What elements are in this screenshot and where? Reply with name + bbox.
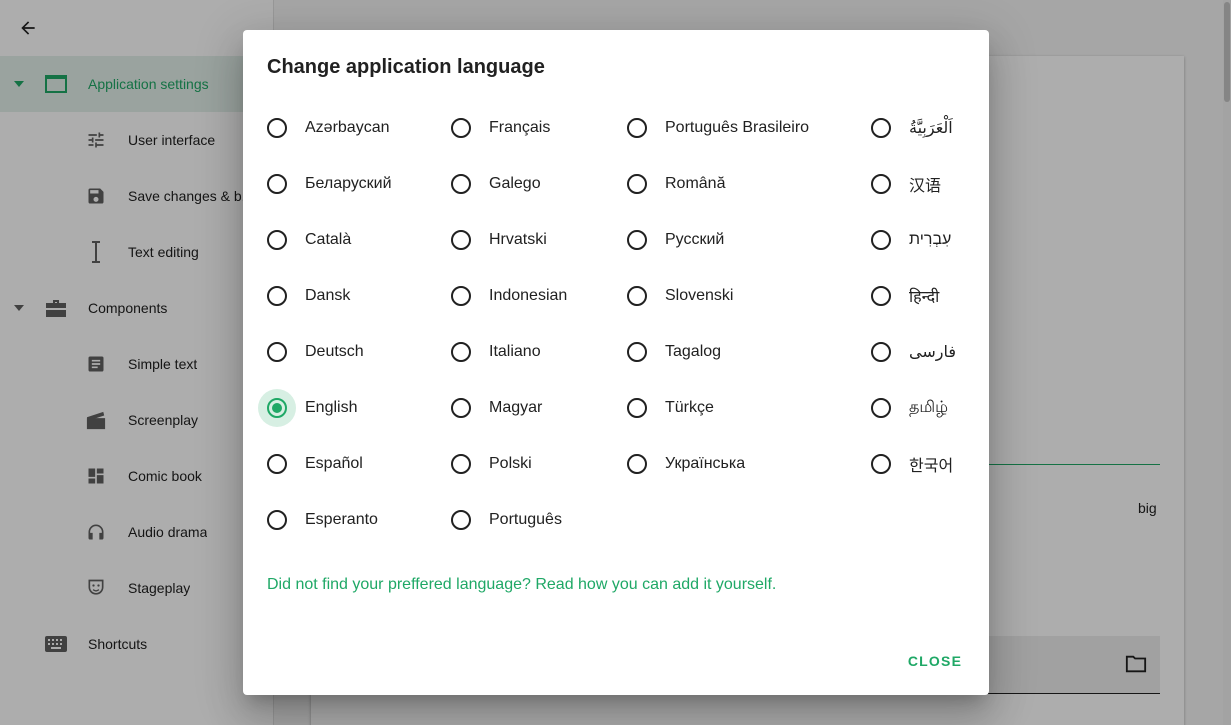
language-label: Русский: [665, 231, 725, 248]
language-option[interactable]: Deutsch: [267, 332, 364, 372]
language-option[interactable]: فارسی: [871, 332, 956, 372]
language-option[interactable]: Español: [267, 444, 363, 484]
language-label: Português Brasileiro: [665, 119, 810, 136]
language-option[interactable]: Esperanto: [267, 500, 378, 540]
language-option[interactable]: Português: [451, 500, 562, 540]
language-label: Română: [665, 175, 726, 192]
language-option[interactable]: Русский: [627, 220, 724, 260]
radio-button[interactable]: [627, 118, 647, 138]
dialog-title: Change application language: [267, 56, 545, 78]
language-option[interactable]: தமிழ்: [871, 388, 948, 428]
radio-button[interactable]: [451, 342, 471, 362]
language-option[interactable]: Português Brasileiro: [627, 108, 809, 148]
language-label: Português: [489, 511, 562, 528]
radio-button[interactable]: [871, 118, 891, 138]
language-option[interactable]: Polski: [451, 444, 532, 484]
language-label: English: [305, 399, 358, 416]
language-label: 한국어: [909, 458, 954, 475]
radio-button[interactable]: [627, 286, 647, 306]
language-label: 汉语: [909, 178, 942, 195]
radio-button[interactable]: [267, 230, 287, 250]
language-option[interactable]: Беларуский: [267, 164, 392, 204]
language-label: Deutsch: [305, 343, 364, 360]
language-option[interactable]: 汉语: [871, 164, 941, 204]
radio-button[interactable]: [267, 510, 287, 530]
language-label: Hrvatski: [489, 231, 547, 248]
language-option[interactable]: 한국어: [871, 444, 953, 484]
language-label: Slovenski: [665, 287, 734, 304]
radio-button[interactable]: [267, 342, 287, 362]
radio-button[interactable]: [627, 398, 647, 418]
radio-button[interactable]: [451, 510, 471, 530]
language-option[interactable]: Azərbaycan: [267, 108, 390, 148]
radio-button[interactable]: [627, 230, 647, 250]
language-option[interactable]: हिन्दी: [871, 276, 939, 316]
radio-button[interactable]: [451, 398, 471, 418]
language-label: Italiano: [489, 343, 541, 360]
language-label: Polski: [489, 455, 532, 472]
radio-button[interactable]: [871, 174, 891, 194]
language-label: Català: [305, 231, 352, 248]
language-label: Беларуский: [305, 175, 392, 192]
language-label: हिन्दी: [909, 289, 940, 306]
language-label: Français: [489, 119, 551, 136]
language-label: עִבְרִית: [909, 231, 952, 248]
language-label: Azərbaycan: [305, 119, 390, 136]
language-option[interactable]: اَلْعَرَبِيَّةُ: [871, 108, 953, 148]
radio-button[interactable]: [871, 454, 891, 474]
language-label: Українська: [665, 455, 746, 472]
radio-button[interactable]: [451, 454, 471, 474]
language-option[interactable]: Català: [267, 220, 351, 260]
close-button[interactable]: CLOSE: [897, 648, 973, 674]
radio-button-checked[interactable]: [267, 398, 287, 418]
language-label: اَلْعَرَبِيَّةُ: [909, 120, 953, 137]
radio-button[interactable]: [267, 454, 287, 474]
language-option[interactable]: עִבְרִית: [871, 220, 951, 260]
language-label: தமிழ்: [909, 399, 949, 416]
language-option[interactable]: Dansk: [267, 276, 350, 316]
language-dialog: Change application language Azərbaycan Б…: [243, 30, 989, 695]
language-label: Dansk: [305, 287, 351, 304]
language-option[interactable]: Magyar: [451, 388, 542, 428]
radio-button[interactable]: [627, 454, 647, 474]
add-language-link[interactable]: Did not find your preffered language? Re…: [267, 576, 776, 594]
radio-button[interactable]: [451, 286, 471, 306]
language-label: Tagalog: [665, 343, 722, 360]
radio-button[interactable]: [451, 230, 471, 250]
radio-button[interactable]: [627, 174, 647, 194]
radio-button[interactable]: [871, 342, 891, 362]
radio-button[interactable]: [267, 286, 287, 306]
language-option[interactable]: Slovenski: [627, 276, 733, 316]
language-label: Galego: [489, 175, 541, 192]
language-label: Esperanto: [305, 511, 378, 528]
radio-button[interactable]: [627, 342, 647, 362]
language-label: فارسی: [909, 344, 956, 361]
language-option[interactable]: Indonesian: [451, 276, 567, 316]
language-option[interactable]: Français: [451, 108, 550, 148]
language-option[interactable]: Română: [627, 164, 725, 204]
language-option[interactable]: Hrvatski: [451, 220, 547, 260]
language-label: Magyar: [489, 399, 543, 416]
radio-button[interactable]: [267, 174, 287, 194]
language-option[interactable]: Galego: [451, 164, 541, 204]
radio-button[interactable]: [871, 398, 891, 418]
radio-button[interactable]: [451, 174, 471, 194]
radio-button[interactable]: [871, 286, 891, 306]
language-label: Español: [305, 455, 363, 472]
language-option[interactable]: Tagalog: [627, 332, 721, 372]
radio-button[interactable]: [267, 118, 287, 138]
radio-button[interactable]: [871, 230, 891, 250]
language-option[interactable]: Italiano: [451, 332, 541, 372]
language-label: Türkçe: [665, 399, 714, 416]
radio-button[interactable]: [451, 118, 471, 138]
language-label: Indonesian: [489, 287, 568, 304]
language-option-selected[interactable]: English: [258, 388, 358, 428]
language-option[interactable]: Türkçe: [627, 388, 714, 428]
language-option[interactable]: Українська: [627, 444, 745, 484]
